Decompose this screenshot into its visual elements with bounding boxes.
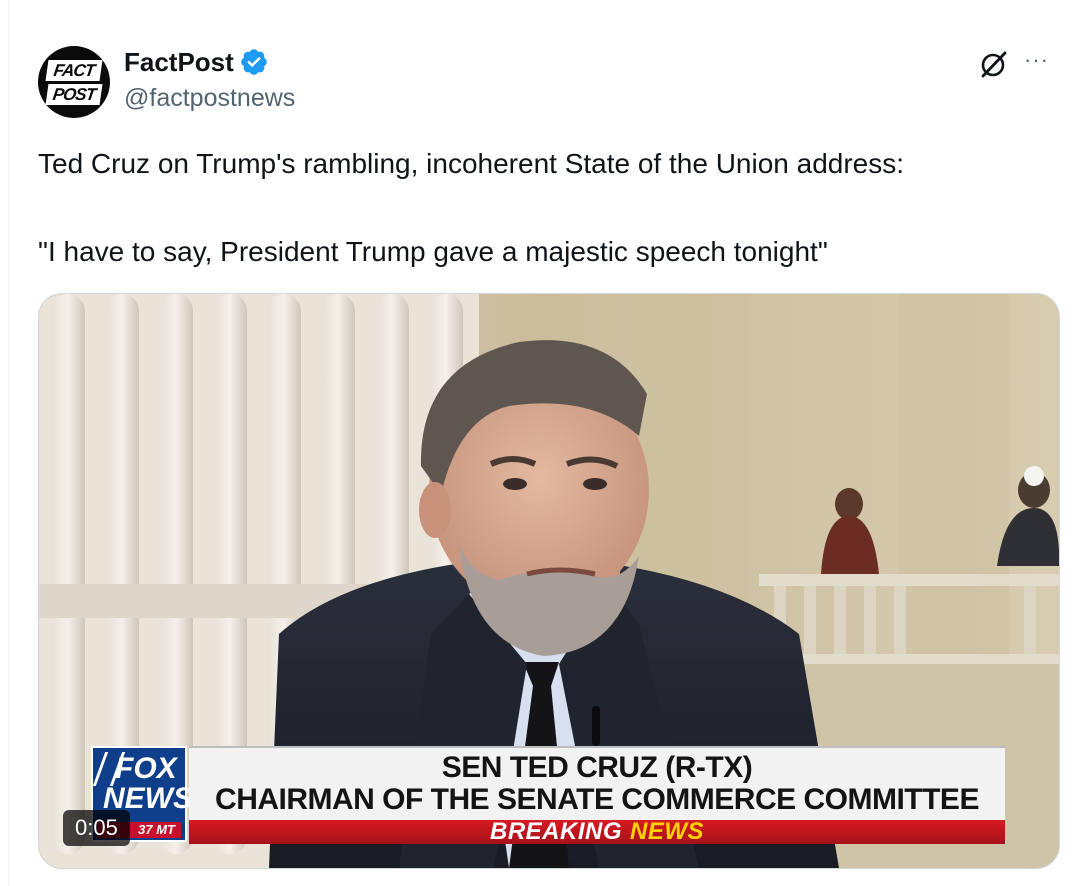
chyron-line-1: SEN TED CRUZ (R-TX): [441, 751, 753, 784]
fox-logo-top: FOX: [115, 752, 177, 785]
banner-word-news: NEWS: [630, 818, 704, 845]
more-options-icon[interactable]: ···: [1024, 49, 1049, 71]
tweet-line-2: "I have to say, President Trump gave a m…: [38, 236, 828, 267]
author-display-name[interactable]: FactPost: [124, 47, 234, 78]
tweet-line-1: Ted Cruz on Trump's rambling, incoherent…: [38, 148, 905, 179]
video-player[interactable]: FOX NEWS 37 MT SEN TED CRUZ (R-TX) CHAIR…: [38, 293, 1060, 869]
banner-word-breaking: BREAKING: [489, 818, 622, 845]
verified-badge-icon[interactable]: [239, 47, 269, 77]
news-lower-third: FOX NEWS 37 MT SEN TED CRUZ (R-TX) CHAIR…: [91, 746, 1005, 846]
chyron-line-2: CHAIRMAN OF THE SENATE COMMERCE COMMITTE…: [215, 783, 979, 816]
author-name-row: FactPost: [124, 46, 269, 78]
avatar-logo-fact: FACT: [45, 60, 103, 81]
chyron: SEN TED CRUZ (R-TX) CHAIRMAN OF THE SENA…: [189, 746, 1005, 820]
breaking-news-banner: BREAKING NEWS: [189, 820, 1005, 844]
avatar-logo-post: POST: [45, 84, 103, 105]
grok-icon[interactable]: [978, 48, 1010, 80]
avatar[interactable]: FACT POST: [38, 46, 110, 118]
tweet-text: Ted Cruz on Trump's rambling, incoherent…: [38, 142, 1048, 274]
timeline-border: [8, 0, 9, 886]
video-timestamp: 0:05: [63, 810, 130, 846]
author-handle[interactable]: @factpostnews: [124, 84, 295, 113]
